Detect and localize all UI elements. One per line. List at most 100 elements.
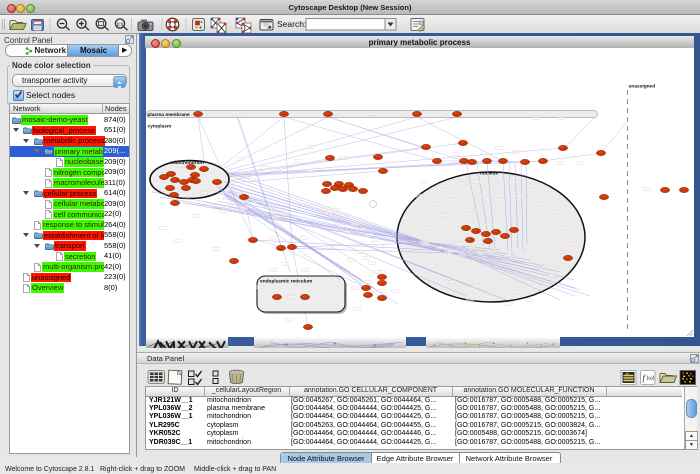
svg-text:···: ··· xyxy=(571,244,573,246)
svg-text:···: ··· xyxy=(365,258,367,260)
svg-text:···: ··· xyxy=(457,225,459,227)
svg-text:···: ··· xyxy=(303,238,305,240)
svg-text:···: ··· xyxy=(245,115,247,117)
svg-text:···: ··· xyxy=(251,180,253,182)
svg-text:···: ··· xyxy=(163,190,165,192)
svg-text:···: ··· xyxy=(429,228,431,230)
svg-text:···: ··· xyxy=(511,182,513,184)
svg-text:···: ··· xyxy=(507,304,509,306)
svg-text:···: ··· xyxy=(367,282,369,284)
svg-text:···: ··· xyxy=(437,204,439,206)
svg-text:···: ··· xyxy=(239,159,241,161)
svg-text:endoplasmic reticulum: endoplasmic reticulum xyxy=(260,279,312,285)
svg-text:unassigned: unassigned xyxy=(629,84,656,90)
svg-text:···: ··· xyxy=(180,166,182,168)
svg-text:···: ··· xyxy=(374,240,376,242)
svg-text:···: ··· xyxy=(328,212,330,214)
svg-text:···: ··· xyxy=(284,264,286,266)
svg-text:nucleus: nucleus xyxy=(480,171,498,177)
svg-text:···: ··· xyxy=(297,161,299,163)
svg-text:···: ··· xyxy=(376,272,378,274)
svg-text:···: ··· xyxy=(223,211,225,213)
svg-text:···: ··· xyxy=(479,196,481,198)
svg-text:(ω): (ω) xyxy=(647,376,655,382)
svg-text:···: ··· xyxy=(340,226,342,228)
svg-text:···: ··· xyxy=(555,212,557,214)
svg-text:···: ··· xyxy=(461,184,463,186)
svg-text:···: ··· xyxy=(561,118,563,120)
svg-text:···: ··· xyxy=(371,263,373,265)
svg-text:···: ··· xyxy=(519,196,521,198)
svg-text:···: ··· xyxy=(489,252,491,254)
svg-text:···: ··· xyxy=(535,286,537,288)
svg-text:···: ··· xyxy=(547,190,549,192)
svg-text:···: ··· xyxy=(272,270,274,272)
svg-text:mitochondrion: mitochondrion xyxy=(170,160,204,166)
svg-text:···: ··· xyxy=(362,229,364,231)
svg-text:···: ··· xyxy=(455,154,457,156)
svg-text:···: ··· xyxy=(394,291,396,293)
svg-text:···: ··· xyxy=(290,297,292,299)
svg-text:···: ··· xyxy=(423,182,425,184)
svg-text:···: ··· xyxy=(565,228,567,230)
svg-text:···: ··· xyxy=(451,282,453,284)
svg-text:···: ··· xyxy=(350,260,352,262)
svg-text:···: ··· xyxy=(379,246,381,248)
svg-text:···: ··· xyxy=(469,300,471,302)
svg-text:···: ··· xyxy=(354,288,356,290)
svg-text:···: ··· xyxy=(461,255,463,257)
svg-text:···: ··· xyxy=(310,147,312,149)
svg-text:···: ··· xyxy=(527,252,529,254)
svg-text:Search:: Search: xyxy=(277,19,306,29)
svg-text:···: ··· xyxy=(451,200,453,202)
svg-text:···: ··· xyxy=(369,114,371,116)
svg-text:···: ··· xyxy=(309,171,311,173)
svg-text:···: ··· xyxy=(535,118,537,120)
svg-text:···: ··· xyxy=(304,270,306,272)
svg-text:···: ··· xyxy=(381,272,383,274)
svg-text:···: ··· xyxy=(551,276,553,278)
svg-text:···: ··· xyxy=(356,309,358,311)
svg-text:···: ··· xyxy=(268,208,270,210)
svg-text:···: ··· xyxy=(495,290,497,292)
svg-text:···: ··· xyxy=(479,253,481,255)
svg-text:···: ··· xyxy=(346,232,348,234)
svg-text:···: ··· xyxy=(343,158,345,160)
svg-text:···: ··· xyxy=(289,320,291,322)
svg-text:···: ··· xyxy=(529,186,531,188)
svg-text:···: ··· xyxy=(335,210,337,212)
svg-text:···: ··· xyxy=(431,266,433,268)
svg-text:···: ··· xyxy=(368,235,370,237)
svg-text:plasma membrane: plasma membrane xyxy=(148,112,190,118)
svg-text:···: ··· xyxy=(498,148,500,150)
svg-text:···: ··· xyxy=(515,292,517,294)
svg-text:···: ··· xyxy=(499,200,501,202)
svg-text:···: ··· xyxy=(529,300,531,302)
svg-text:···: ··· xyxy=(559,163,561,165)
svg-text:···: ··· xyxy=(425,244,427,246)
svg-text:···: ··· xyxy=(203,193,205,195)
svg-text:···: ··· xyxy=(477,182,479,184)
svg-text:···: ··· xyxy=(282,213,284,215)
svg-text:···: ··· xyxy=(646,189,648,191)
svg-text:···: ··· xyxy=(475,286,477,288)
svg-text:cytoplasm: cytoplasm xyxy=(148,124,172,130)
svg-text:···: ··· xyxy=(507,256,509,258)
svg-text:···: ··· xyxy=(471,248,473,250)
svg-text:···: ··· xyxy=(579,163,581,165)
svg-text:···: ··· xyxy=(445,190,447,192)
svg-text:···: ··· xyxy=(208,206,210,208)
svg-text:···: ··· xyxy=(413,215,415,217)
svg-text:···: ··· xyxy=(447,252,449,254)
svg-text:···: ··· xyxy=(469,210,471,212)
svg-text:···: ··· xyxy=(493,184,495,186)
svg-text:···: ··· xyxy=(543,258,545,260)
svg-text:···: ··· xyxy=(275,217,277,219)
svg-text:···: ··· xyxy=(457,244,459,246)
svg-text:···: ··· xyxy=(264,168,266,170)
svg-text:···: ··· xyxy=(439,248,441,250)
svg-text:···: ··· xyxy=(259,287,261,289)
svg-text:···: ··· xyxy=(215,249,217,251)
svg-text:···: ··· xyxy=(353,245,355,247)
svg-text:···: ··· xyxy=(271,238,273,240)
